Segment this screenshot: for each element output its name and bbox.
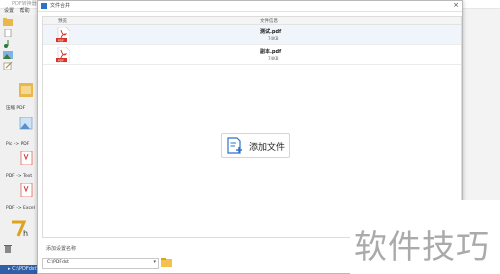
dialog-title: 文件合并 [50, 3, 71, 9]
watermark: 软件技巧 [350, 200, 500, 274]
watermark-text: 软件技巧 [354, 227, 490, 266]
dialog-titlebar: 文件合并 × [38, 1, 462, 12]
image-to-pdf-icon [19, 116, 33, 130]
folder-icon[interactable] [3, 18, 13, 26]
file-size: 74KB [268, 56, 279, 61]
pdf-file-icon: PDF [56, 47, 70, 63]
add-file-label: 添加文件 [249, 143, 286, 153]
svg-text:PDF: PDF [58, 38, 64, 42]
background-app-title: PDF转换器 [12, 1, 37, 7]
pdf-to-text-icon [20, 150, 33, 166]
picture-icon[interactable] [3, 51, 13, 59]
compress-icon [19, 83, 33, 97]
tool-pdf-to-excel[interactable]: PDF -> Excel [2, 182, 38, 211]
tool-pdf-to-text[interactable]: PDF -> Text [2, 150, 38, 179]
output-name-label: 添加设置名称 [46, 246, 77, 252]
app-icon [41, 3, 47, 9]
file-list-header: 预览 文件信息 [43, 17, 461, 25]
svg-text:h: h [23, 229, 28, 238]
logo-icon[interactable]: h [10, 220, 30, 238]
tool-pic-to-pdf[interactable]: Pic -> PDF [2, 116, 38, 147]
pdf-to-excel-icon [20, 182, 33, 198]
tool-label: PDF -> Excel [6, 206, 35, 211]
output-path-select[interactable]: C:\PDFdst ▾ [42, 258, 159, 269]
tool-label: 压缩 PDF [6, 106, 26, 111]
menu-item-help[interactable]: 帮助 [20, 8, 30, 14]
column-file-info: 文件信息 [260, 19, 278, 24]
music-icon[interactable] [3, 40, 13, 48]
file-name: 副本.pdf [260, 49, 282, 55]
browse-folder-icon[interactable] [161, 257, 172, 268]
menu-item-settings[interactable]: 设置 [4, 8, 14, 14]
add-file-button[interactable]: 添加文件 [221, 133, 290, 158]
column-preview: 预览 [58, 19, 67, 24]
tool-sidebar: 压缩 PDF Pic -> PDF PDF -> Text PDF -> Exc… [0, 15, 41, 265]
pdf-file-icon: PDF [56, 27, 70, 43]
chevron-down-icon: ▾ [153, 259, 156, 265]
close-icon[interactable]: × [453, 1, 459, 9]
file-name: 测试.pdf [260, 29, 282, 35]
file-row[interactable]: PDF 副本.pdf 74KB [43, 45, 461, 65]
file-size: 74KB [268, 36, 279, 41]
background-menubar: 设置 帮助 [0, 8, 40, 15]
tool-label: Pic -> PDF [6, 142, 30, 147]
add-file-icon [227, 137, 242, 154]
document-icon[interactable] [3, 29, 13, 37]
trash-icon[interactable] [3, 245, 13, 253]
tool-compress-pdf[interactable]: 压缩 PDF [2, 83, 38, 111]
output-path-value: C:\PDFdst [47, 260, 69, 265]
file-row[interactable]: PDF 测试.pdf 74KB [43, 25, 461, 45]
svg-text:PDF: PDF [58, 58, 64, 62]
tool-label: PDF -> Text [6, 174, 33, 179]
edit-icon[interactable] [3, 62, 13, 70]
